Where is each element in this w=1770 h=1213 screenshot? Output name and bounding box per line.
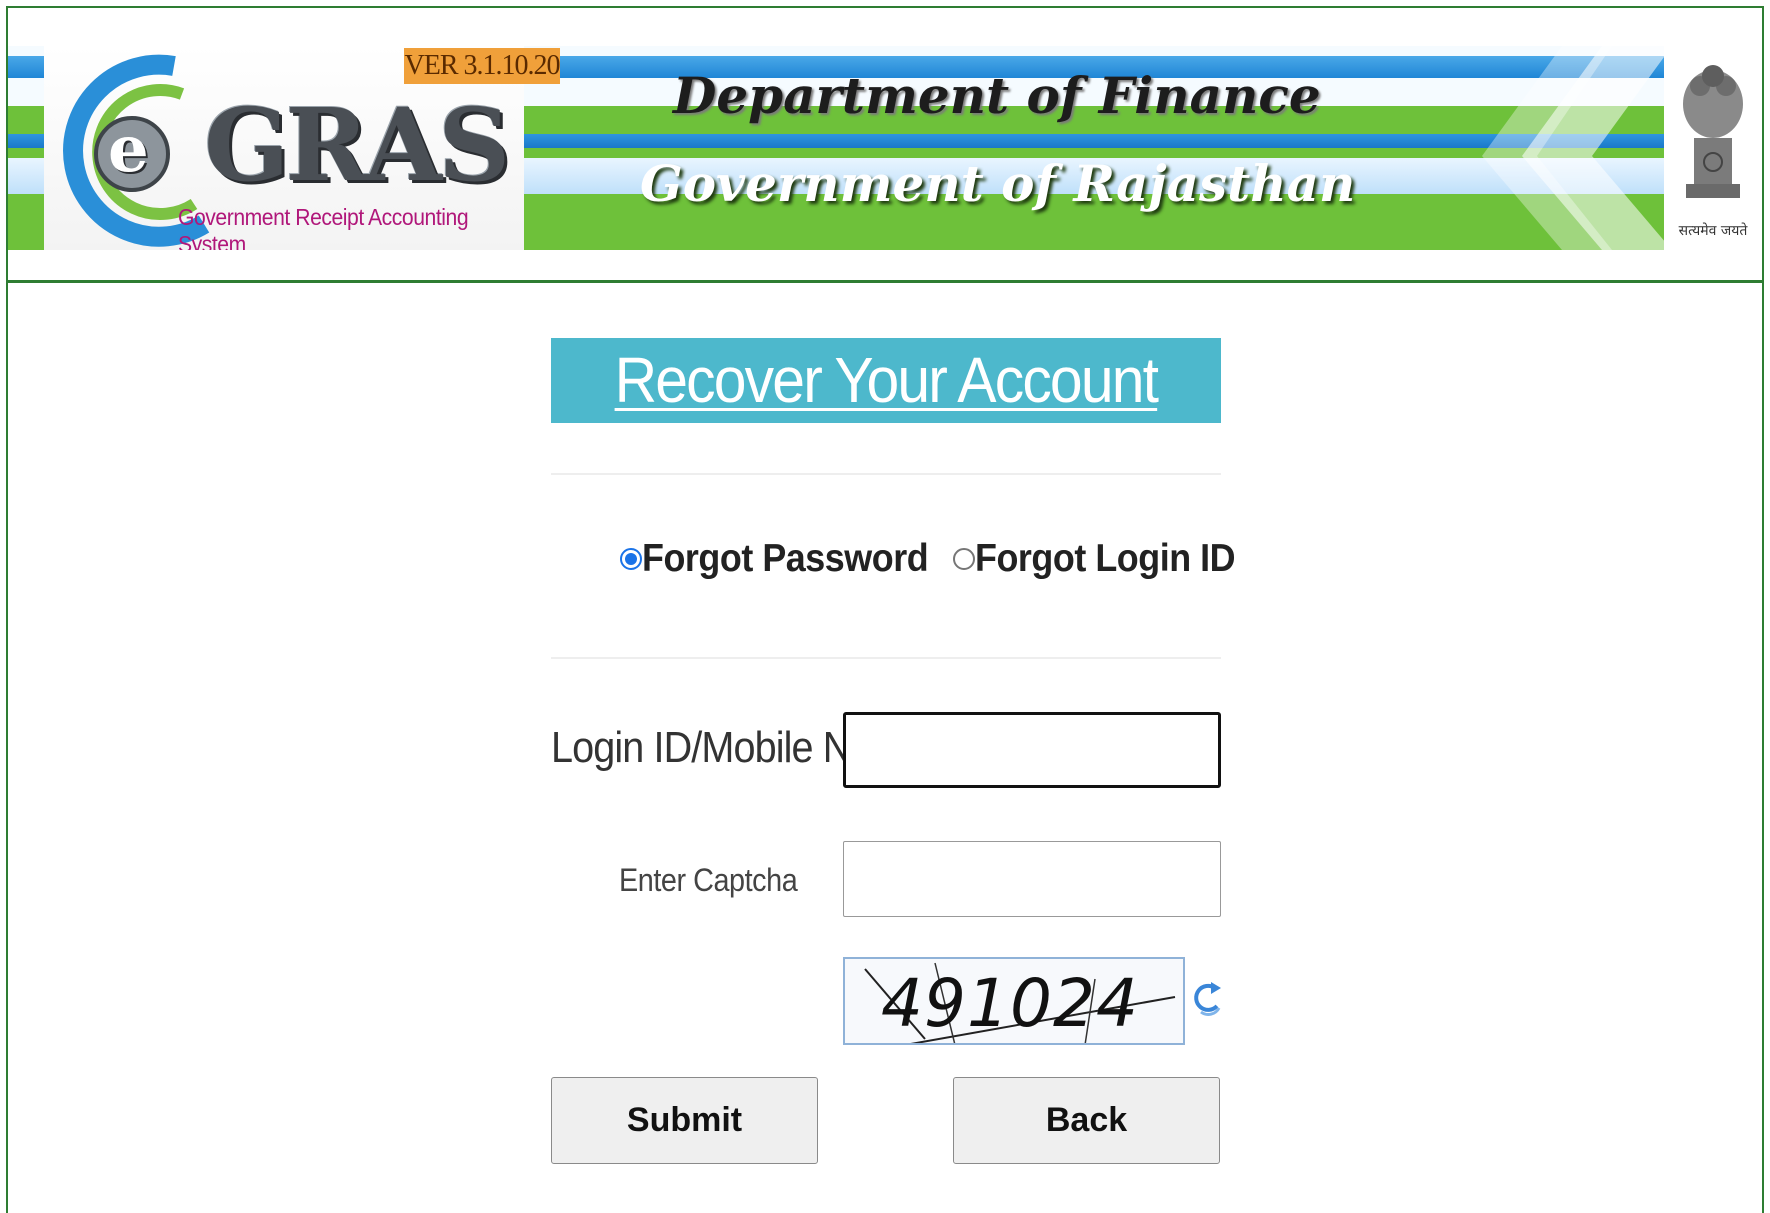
back-button[interactable]: Back: [953, 1077, 1220, 1164]
header-banner: e VER 3.1.10.20 GRAS Government Receipt …: [8, 46, 1762, 250]
login-id-label: Login ID/Mobile No: [551, 723, 872, 772]
department-title: Department of Finance: [673, 66, 1321, 125]
forgot-login-id-radio[interactable]: [953, 548, 976, 570]
forgot-login-id-label[interactable]: Forgot Login ID: [975, 537, 1236, 581]
divider: [551, 473, 1221, 475]
header-divider: [8, 280, 1762, 283]
submit-button[interactable]: Submit: [551, 1077, 818, 1164]
logo-wordmark: GRAS: [204, 86, 510, 204]
logo-e-letter: e: [108, 112, 149, 187]
emblem-icon: [1683, 65, 1743, 198]
chevron-decoration: [1482, 46, 1672, 250]
divider: [551, 657, 1221, 659]
recover-account-title[interactable]: Recover Your Account: [615, 338, 1159, 423]
captcha-label: Enter Captcha: [619, 862, 798, 898]
forgot-password-radio[interactable]: [620, 548, 642, 570]
captcha-input[interactable]: [843, 841, 1221, 917]
refresh-captcha-icon[interactable]: [1193, 978, 1223, 1022]
national-emblem: सत्यमेव जयते: [1664, 46, 1762, 250]
captcha-text: 491024: [881, 965, 1139, 1042]
government-title: Government of Rajasthan: [640, 154, 1356, 213]
emblem-motto: सत्यमेव जयते: [1678, 223, 1748, 239]
version-badge: VER 3.1.10.20: [404, 48, 561, 84]
captcha-image: 491024: [843, 957, 1185, 1045]
form-title-bar: Recover Your Account: [551, 338, 1221, 423]
logo-subtitle: Government Receipt Accounting System: [178, 204, 469, 250]
forgot-password-label[interactable]: Forgot Password: [642, 537, 929, 581]
login-id-input[interactable]: [843, 712, 1221, 788]
egras-logo: e VER 3.1.10.20 GRAS Government Receipt …: [44, 46, 561, 250]
recovery-option-group: Forgot Password Forgot Login ID: [620, 535, 1258, 583]
